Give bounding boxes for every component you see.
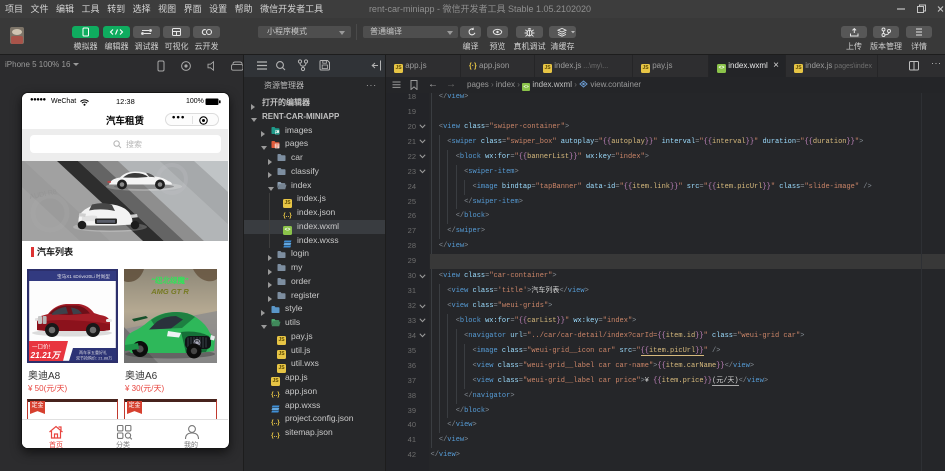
svg-text:“纽北绿魔”: “纽北绿魔” bbox=[151, 275, 189, 285]
svg-text:宝马X1 sDrive20Li 时尚型: 宝马X1 sDrive20Li 时尚型 bbox=[57, 273, 110, 280]
svg-text:21.21万: 21.21万 bbox=[30, 350, 62, 360]
svg-text:两车享五重好礼: 两车享五重好礼 bbox=[79, 349, 107, 355]
svg-text:AMG GT R: AMG GT R bbox=[150, 287, 189, 296]
svg-text:双节抢购价: 21.88万: 双节抢购价: 21.88万 bbox=[76, 355, 112, 361]
